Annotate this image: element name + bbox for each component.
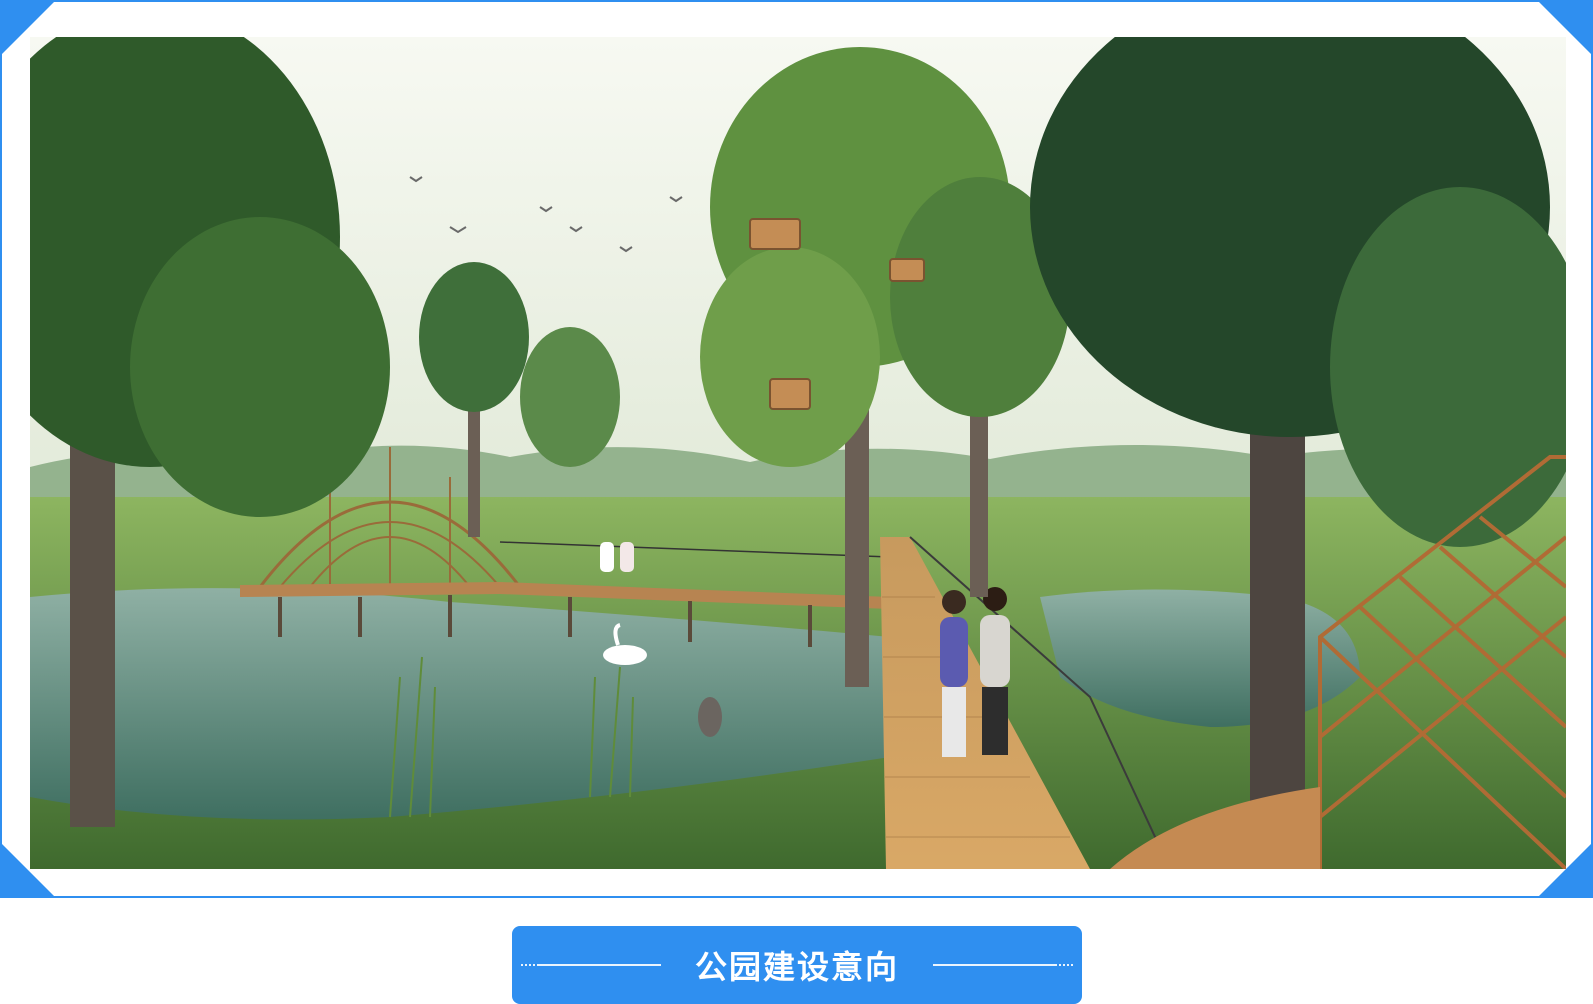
image-frame: [0, 0, 1593, 898]
caption-right-divider: [933, 964, 1073, 966]
caption-bar: 公园建设意向: [512, 926, 1082, 1004]
park-rendering-image: [30, 37, 1566, 869]
park-scene-illustration: [30, 37, 1566, 869]
caption-left-divider: [520, 964, 661, 966]
caption-title: 公园建设意向: [694, 948, 899, 986]
